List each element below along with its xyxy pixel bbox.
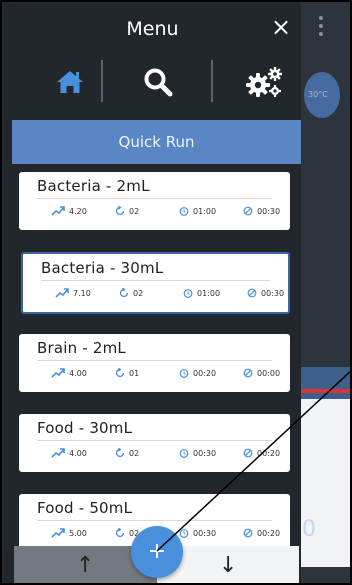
timer-icon [179,369,189,378]
add-program-button[interactable]: + [131,526,183,578]
speed-icon [51,528,65,538]
program-stats: 4.20 02 01:00 00:30 [51,206,299,216]
arrow-up-icon: ↑ [76,553,95,578]
program-stats: 4.00 01 00:20 00:00 [51,368,299,378]
temperature-badge: 30°C [304,72,340,118]
quick-run-button[interactable]: Quick Run [12,120,301,164]
home-icon[interactable] [50,62,90,102]
pause-time-icon [243,528,253,538]
speed-icon [51,448,65,458]
speed-icon [55,288,69,298]
program-card[interactable]: Food - 30mL 4.00 02 00:30 00:20 [19,414,290,472]
menu-header: Menu × [4,4,301,56]
more-vert-icon[interactable] [318,16,324,40]
app-frame: 30°C 0 Menu × Quick Run Bacteria - 2mL 4… [0,0,352,585]
program-stats: 7.10 02 01:00 00:30 [55,288,299,298]
nav-icon-row [4,56,301,118]
program-card-selected[interactable]: Bacteria - 30mL 7.10 02 01:00 00:30 [21,252,290,314]
background-value: 0 [302,517,316,542]
timer-icon [179,449,189,458]
cycles-icon [115,528,125,538]
program-name: Brain - 2mL [37,339,126,357]
progress-indicator [300,389,350,393]
background-app: 30°C 0 [300,2,350,583]
speed-icon [51,206,65,216]
background-panel: 0 [300,367,350,567]
timer-icon [183,289,193,298]
program-name: Food - 30mL [37,419,133,437]
cycles-icon [115,368,125,378]
program-card[interactable]: Brain - 2mL 4.00 01 00:20 00:00 [19,334,290,392]
program-stats: 4.00 02 00:30 00:20 [51,448,299,458]
search-icon[interactable] [138,62,178,102]
pause-time-icon [247,288,257,298]
program-list: Bacteria - 2mL 4.20 02 01:00 00:30 Bacte… [2,168,299,548]
program-name: Bacteria - 2mL [37,177,150,195]
cycles-icon [119,288,129,298]
program-name: Food - 50mL [37,499,133,517]
speed-icon [51,368,65,378]
pause-time-icon [243,448,253,458]
cycles-icon [115,206,125,216]
close-button[interactable]: × [269,14,293,40]
settings-gears-icon[interactable] [244,62,284,102]
program-name: Bacteria - 30mL [41,259,164,277]
arrow-down-icon: ↓ [219,553,238,578]
pause-time-icon [243,368,253,378]
pause-time-icon [243,206,253,216]
program-card[interactable]: Bacteria - 2mL 4.20 02 01:00 00:30 [19,172,290,230]
timer-icon [179,529,189,538]
cycles-icon [115,448,125,458]
timer-icon [179,207,189,216]
menu-title: Menu [126,18,179,40]
